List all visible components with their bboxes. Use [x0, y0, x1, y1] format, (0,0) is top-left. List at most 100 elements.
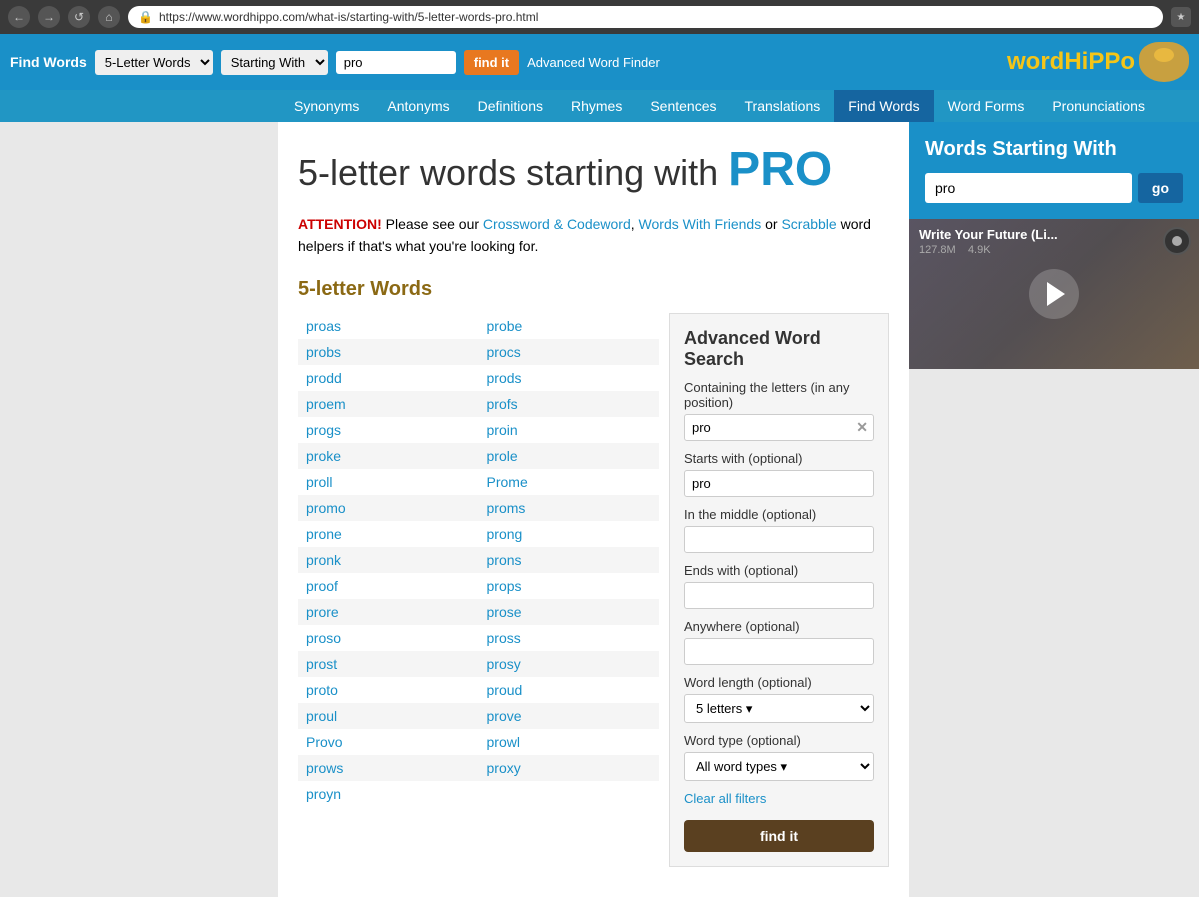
word-cell: prole — [479, 443, 660, 469]
word-link[interactable]: prosy — [487, 656, 521, 672]
video-widget[interactable]: Write Your Future (Li... 127.8M 4.9K — [909, 219, 1199, 369]
tab-translations[interactable]: Translations — [731, 90, 835, 122]
word-link[interactable]: proof — [306, 578, 338, 594]
word-link[interactable]: proas — [306, 318, 341, 334]
word-link[interactable]: prove — [487, 708, 522, 724]
word-link[interactable]: pronk — [306, 552, 341, 568]
url-bar[interactable]: 🔒 https://www.wordhippo.com/what-is/star… — [128, 6, 1163, 28]
word-cell: prone — [298, 521, 479, 547]
letter-count-select[interactable]: 5-Letter Words 2-Letter Words 3-Letter W… — [95, 50, 213, 75]
word-link[interactable]: prone — [306, 526, 342, 542]
advanced-find-it-button[interactable]: find it — [684, 820, 874, 852]
word-link[interactable]: procs — [487, 344, 521, 360]
word-search-input[interactable] — [336, 51, 456, 74]
scrabble-link[interactable]: Scrabble — [781, 216, 836, 232]
word-link[interactable]: proto — [306, 682, 338, 698]
word-link[interactable]: promo — [306, 500, 346, 516]
word-cell — [479, 781, 660, 807]
advanced-word-finder-link[interactable]: Advanced Word Finder — [527, 55, 660, 70]
table-row: prodd prods — [298, 365, 659, 391]
word-link[interactable]: profs — [487, 396, 518, 412]
word-cell: props — [479, 573, 660, 599]
word-link[interactable]: prose — [487, 604, 522, 620]
word-link[interactable]: prost — [306, 656, 337, 672]
word-link[interactable]: probs — [306, 344, 341, 360]
word-link[interactable]: proud — [487, 682, 523, 698]
word-link[interactable]: proin — [487, 422, 518, 438]
word-link[interactable]: prodd — [306, 370, 342, 386]
table-row: proso pross — [298, 625, 659, 651]
wwf-link[interactable]: Words With Friends — [639, 216, 762, 232]
word-link[interactable]: proke — [306, 448, 341, 464]
words-starting-title: Words Starting With — [925, 138, 1183, 161]
word-link[interactable]: prons — [487, 552, 522, 568]
table-row: Provo prowl — [298, 729, 659, 755]
back-button[interactable]: ← — [8, 6, 30, 28]
advanced-panel-title: Advanced Word Search — [684, 328, 874, 370]
word-link[interactable]: prong — [487, 526, 523, 542]
word-link[interactable]: proso — [306, 630, 341, 646]
word-link[interactable]: proms — [487, 500, 526, 516]
crossword-link[interactable]: Crossword & Codeword — [483, 216, 631, 232]
word-link[interactable]: prore — [306, 604, 339, 620]
word-length-select[interactable]: 5 letters ▾ Any length 2 letters 3 lette… — [684, 694, 874, 723]
word-link[interactable]: proul — [306, 708, 337, 724]
word-type-select[interactable]: Starting With Ending With Containing — [221, 50, 328, 75]
word-link[interactable]: proxy — [487, 760, 521, 776]
browser-chrome: ← → ↺ ⌂ 🔒 https://www.wordhippo.com/what… — [0, 0, 1199, 34]
word-link[interactable]: prows — [306, 760, 343, 776]
refresh-button[interactable]: ↺ — [68, 6, 90, 28]
top-find-it-button[interactable]: find it — [464, 50, 519, 75]
words-starting-go-button[interactable]: go — [1138, 173, 1183, 203]
word-cell: probe — [479, 313, 660, 339]
tab-synonyms[interactable]: Synonyms — [280, 90, 373, 122]
word-link[interactable]: proyn — [306, 786, 341, 802]
word-cell: prore — [298, 599, 479, 625]
clear-containing-icon[interactable]: ✕ — [856, 420, 868, 434]
tab-find-words[interactable]: Find Words — [834, 90, 933, 122]
word-cell: prost — [298, 651, 479, 677]
tab-definitions[interactable]: Definitions — [464, 90, 557, 122]
tab-pronunciations[interactable]: Pronunciations — [1038, 90, 1159, 122]
anywhere-input[interactable] — [684, 638, 874, 665]
word-type-select-adv[interactable]: All word types ▾ Nouns Verbs Adjectives … — [684, 752, 874, 781]
words-starting-input[interactable] — [925, 173, 1132, 203]
word-link[interactable]: progs — [306, 422, 341, 438]
tab-antonyms[interactable]: Antonyms — [373, 90, 463, 122]
word-link[interactable]: prods — [487, 370, 522, 386]
word-link[interactable]: prole — [487, 448, 518, 464]
table-row: prost prosy — [298, 651, 659, 677]
table-row: proke prole — [298, 443, 659, 469]
word-link[interactable]: prowl — [487, 734, 520, 750]
ends-with-input[interactable] — [684, 582, 874, 609]
video-play-button[interactable] — [1029, 269, 1079, 319]
middle-input[interactable] — [684, 526, 874, 553]
word-cell: pross — [479, 625, 660, 651]
video-stats: 127.8M 4.9K — [919, 244, 1058, 256]
table-row: probs procs — [298, 339, 659, 365]
word-cell: progs — [298, 417, 479, 443]
home-button[interactable]: ⌂ — [98, 6, 120, 28]
word-cell: Provo — [298, 729, 479, 755]
word-type-label: Word type (optional) — [684, 733, 874, 748]
word-link[interactable]: props — [487, 578, 522, 594]
word-cell: proms — [479, 495, 660, 521]
tab-sentences[interactable]: Sentences — [636, 90, 730, 122]
word-link[interactable]: Prome — [487, 474, 528, 490]
table-row: promo proms — [298, 495, 659, 521]
starts-with-input[interactable] — [684, 470, 874, 497]
tab-rhymes[interactable]: Rhymes — [557, 90, 636, 122]
word-link[interactable]: proem — [306, 396, 346, 412]
forward-button[interactable]: → — [38, 6, 60, 28]
word-link[interactable]: Provo — [306, 734, 343, 750]
word-cell: proul — [298, 703, 479, 729]
word-cell: proas — [298, 313, 479, 339]
containing-input[interactable] — [684, 414, 874, 441]
tab-word-forms[interactable]: Word Forms — [934, 90, 1039, 122]
words-starting-widget: Words Starting With go — [909, 122, 1199, 219]
word-link[interactable]: proll — [306, 474, 332, 490]
page-title: 5-letter words starting with PRO — [298, 142, 889, 197]
clear-all-filters-link[interactable]: Clear all filters — [684, 791, 874, 806]
word-link[interactable]: probe — [487, 318, 523, 334]
word-link[interactable]: pross — [487, 630, 521, 646]
